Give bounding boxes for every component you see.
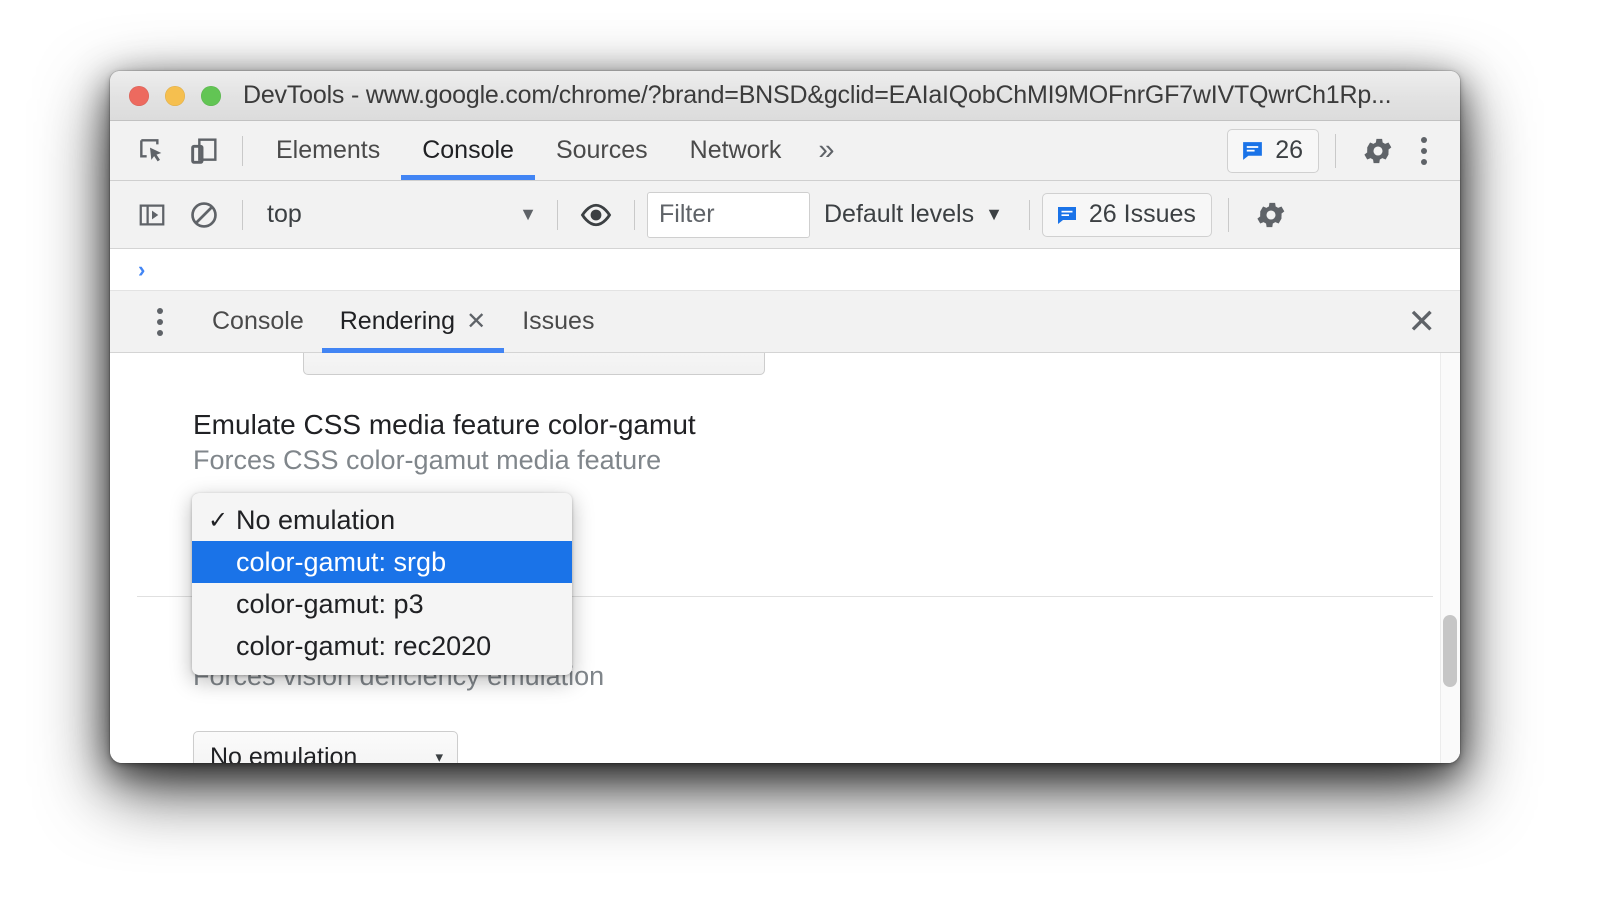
gear-icon[interactable] [1352,127,1404,175]
devtools-window: DevTools - www.google.com/chrome/?brand=… [110,71,1460,763]
tab-elements-label: Elements [276,136,381,164]
toolbar-divider [634,199,635,230]
dropdown-option-label: color-gamut: rec2020 [236,630,492,661]
execution-context-select[interactable]: top ▼ [255,192,545,238]
color-gamut-setting-description: Forces CSS color-gamut media feature [193,445,662,475]
console-issues-label: 26 Issues [1088,200,1196,228]
console-prompt-row[interactable]: › [110,249,1460,291]
tab-network-label: Network [689,136,782,164]
kebab-menu-icon[interactable] [140,300,180,344]
tab-console-label: Console [422,136,514,164]
panel-scrollbar-thumb[interactable] [1443,615,1457,687]
minimize-window-button[interactable] [165,85,185,106]
issues-count: 26 [1275,136,1303,164]
vision-deficiency-select[interactable]: No emulation ▾ [193,731,458,763]
traffic-lights [129,85,221,106]
prompt-arrow-icon: › [138,256,146,282]
console-toolbar: top ▼ Default levels ▼ [110,181,1460,249]
dropdown-option-rec2020[interactable]: color-gamut: rec2020 [192,625,572,667]
devtools-main-toolbar: Elements Console Sources Network » 26 [110,121,1460,181]
toolbar-divider [1335,133,1336,168]
execution-context-value: top [267,200,302,228]
dropdown-option-p3[interactable]: color-gamut: p3 [192,583,572,625]
filter-input[interactable] [647,191,810,238]
console-issues-button[interactable]: 26 Issues [1041,192,1212,237]
color-gamut-setting-title: Emulate CSS media feature color-gamut [193,409,696,440]
tab-sources-label: Sources [555,136,648,164]
toolbar-divider [557,199,558,230]
chevron-down-icon: ▼ [985,204,1003,224]
log-levels-select[interactable]: Default levels ▼ [810,192,1017,238]
issue-message-icon [1240,138,1265,163]
drawer-tab-issues[interactable]: Issues [504,291,612,353]
dropdown-option-label: color-gamut: p3 [236,588,424,619]
inspect-element-icon[interactable] [126,127,178,175]
issue-message-icon [1055,203,1079,227]
drawer-tab-console-label: Console [212,307,304,335]
maximize-window-button[interactable] [201,85,221,106]
toolbar-divider [1028,199,1030,230]
drawer-tab-issues-label: Issues [522,307,595,335]
dropdown-option-label: No emulation [236,504,396,535]
toolbar-right-group: 26 [1227,127,1460,175]
tab-network[interactable]: Network [669,122,803,180]
drawer-tab-rendering[interactable]: Rendering ✕ [321,291,505,353]
close-window-button[interactable] [129,85,149,106]
tab-elements[interactable]: Elements [255,122,401,180]
close-icon[interactable]: ✕ [466,309,486,334]
window-title: DevTools - www.google.com/chrome/?brand=… [243,81,1392,109]
live-expression-icon[interactable] [570,191,622,239]
drawer-tab-console[interactable]: Console [194,291,322,353]
more-tabs-icon[interactable]: » [802,136,850,165]
toolbar-divider [1227,197,1229,232]
gear-icon[interactable] [1245,191,1297,239]
chevron-down-icon: ▼ [519,204,537,224]
kebab-menu-icon[interactable] [1404,129,1444,173]
scrolled-select-partial[interactable] [303,353,765,375]
console-sidebar-icon[interactable] [126,191,178,239]
window-titlebar: DevTools - www.google.com/chrome/?brand=… [110,71,1460,121]
vision-deficiency-select-value: No emulation [210,742,358,764]
dropdown-option-label: color-gamut: srgb [236,546,447,577]
color-gamut-dropdown-menu: ✓ No emulation color-gamut: srgb color-g… [192,493,572,675]
chevron-down-icon: ▾ [435,749,443,763]
drawer-tabbar: Console Rendering ✕ Issues ✕ [110,291,1460,353]
clear-console-icon[interactable] [178,191,230,239]
toolbar-divider [242,135,243,166]
drawer-tab-rendering-label: Rendering [339,307,456,335]
issues-counter-button[interactable]: 26 [1227,128,1319,173]
dropdown-option-srgb[interactable]: color-gamut: srgb [192,541,572,583]
rendering-panel: Emulate CSS media feature color-gamut Fo… [110,353,1460,763]
tab-console[interactable]: Console [401,122,535,180]
device-toolbar-icon[interactable] [178,127,230,175]
check-icon: ✓ [208,506,229,534]
panel-scrollbar-track[interactable] [1440,353,1460,763]
toolbar-divider [242,199,243,230]
log-levels-value: Default levels [824,200,975,228]
dropdown-option-no-emulation[interactable]: ✓ No emulation [192,499,572,541]
tab-sources[interactable]: Sources [535,122,669,180]
close-drawer-icon[interactable]: ✕ [1408,305,1437,339]
